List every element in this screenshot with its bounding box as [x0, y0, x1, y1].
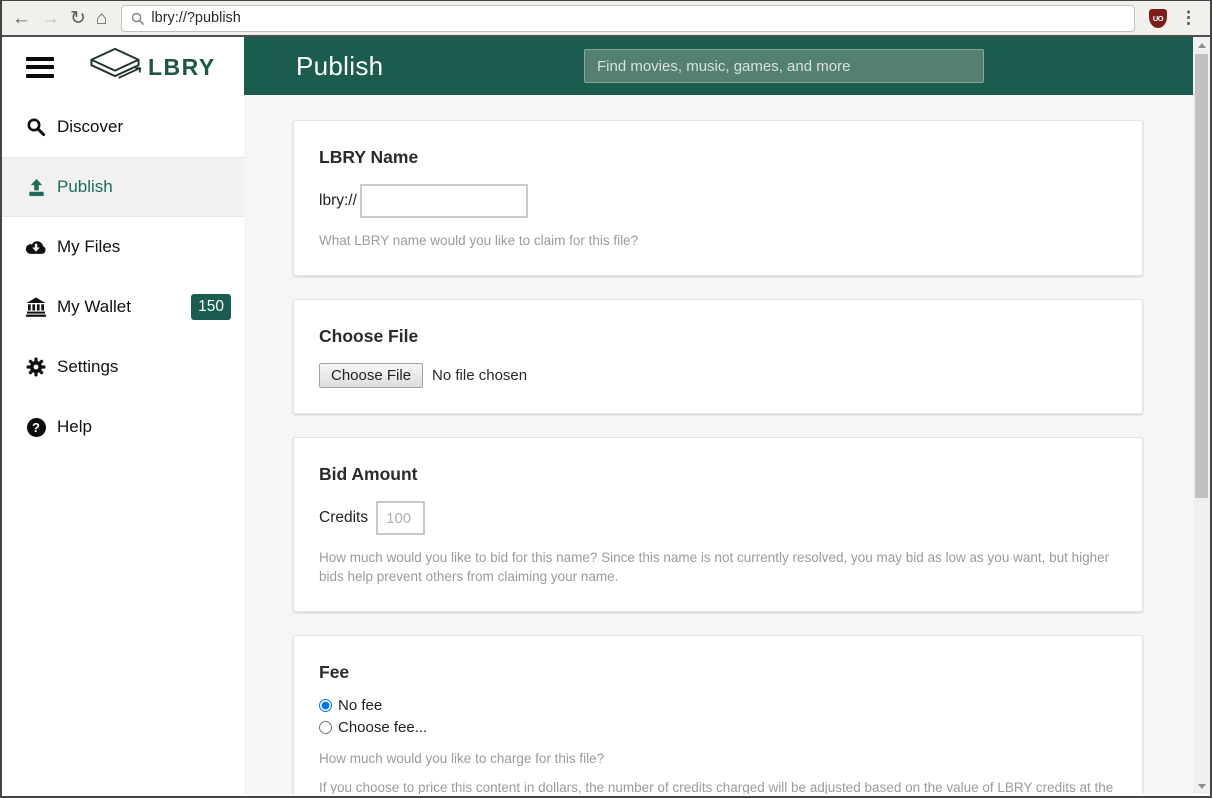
- fee-card: Fee No fee Choose fee... How much would …: [293, 635, 1143, 794]
- card-title: LBRY Name: [319, 147, 1117, 168]
- reload-button[interactable]: ↻: [70, 9, 86, 28]
- hamburger-menu-icon[interactable]: [26, 57, 54, 78]
- sidebar-item-label: Settings: [57, 357, 118, 377]
- choose-file-button[interactable]: Choose File: [319, 363, 423, 388]
- main-content: Publish LBRY Name lbry:// What LBRY name…: [244, 37, 1210, 794]
- cloud-download-icon: [25, 239, 47, 255]
- lbry-name-card: LBRY Name lbry:// What LBRY name would y…: [293, 120, 1143, 276]
- sidebar-item-my-wallet[interactable]: My Wallet 150: [2, 277, 244, 337]
- app-window: ← → ↻ ⌂ UO ⋮ LBRY: [0, 0, 1212, 798]
- lbry-logo-icon: [86, 46, 144, 88]
- sidebar-item-label: Discover: [57, 117, 123, 137]
- sidebar-item-label: Help: [57, 417, 92, 437]
- wallet-balance-badge: 150: [191, 294, 231, 320]
- sidebar-item-label: My Files: [57, 237, 120, 257]
- fee-option-label: No fee: [338, 697, 382, 714]
- lbry-uri-prefix: lbry://: [319, 192, 357, 210]
- choose-file-card: Choose File Choose File No file chosen: [293, 299, 1143, 414]
- address-bar[interactable]: [121, 5, 1135, 32]
- fee-help-text: How much would you like to charge for th…: [319, 749, 1117, 768]
- bank-icon: [25, 297, 47, 317]
- credits-label: Credits: [319, 509, 368, 527]
- content-search-input[interactable]: [584, 49, 984, 83]
- scroll-up-arrow[interactable]: [1193, 37, 1210, 53]
- forward-button[interactable]: →: [41, 9, 60, 28]
- vertical-scrollbar: [1193, 37, 1210, 794]
- sidebar-item-settings[interactable]: Settings: [2, 337, 244, 397]
- lbry-name-input[interactable]: [360, 184, 528, 218]
- fee-dollar-note-text: If you choose to price this content in d…: [319, 778, 1117, 794]
- sidebar-item-label: Publish: [57, 177, 113, 197]
- card-title: Choose File: [319, 326, 1117, 347]
- lbry-logo-text: LBRY: [148, 54, 216, 81]
- file-chosen-status: No file chosen: [432, 367, 527, 384]
- ublock-extension-icon[interactable]: UO: [1149, 9, 1167, 28]
- card-title: Bid Amount: [319, 464, 1117, 485]
- bid-amount-input[interactable]: [376, 501, 425, 535]
- gear-icon: [25, 357, 47, 377]
- sidebar-item-label: My Wallet: [57, 297, 131, 317]
- sidebar-item-publish[interactable]: Publish: [2, 157, 244, 217]
- browser-toolbar: ← → ↻ ⌂ UO ⋮: [2, 1, 1210, 37]
- no-fee-radio[interactable]: [319, 699, 332, 712]
- lbry-logo: LBRY: [86, 46, 216, 88]
- sidebar-item-my-files[interactable]: My Files: [2, 217, 244, 277]
- back-button[interactable]: ←: [12, 9, 31, 28]
- choose-fee-radio[interactable]: [319, 721, 332, 734]
- lbry-name-help-text: What LBRY name would you like to claim f…: [319, 231, 1117, 250]
- sidebar-item-help[interactable]: ? Help: [2, 397, 244, 457]
- fee-option-choose-fee[interactable]: Choose fee...: [319, 719, 1117, 736]
- bid-amount-card: Bid Amount Credits How much would you li…: [293, 437, 1143, 612]
- help-icon: ?: [25, 418, 47, 437]
- scroll-down-arrow[interactable]: [1193, 778, 1210, 794]
- browser-menu-icon[interactable]: ⋮: [1177, 8, 1200, 28]
- scrollbar-thumb[interactable]: [1195, 54, 1208, 498]
- page-title: Publish: [296, 51, 383, 82]
- home-button[interactable]: ⌂: [96, 9, 107, 28]
- page-header: Publish: [244, 37, 1210, 95]
- fee-option-no-fee[interactable]: No fee: [319, 697, 1117, 714]
- search-icon: [25, 117, 47, 137]
- sidebar-item-discover[interactable]: Discover: [2, 97, 244, 157]
- search-icon: [131, 12, 144, 25]
- card-title: Fee: [319, 662, 1117, 683]
- upload-icon: [25, 178, 47, 197]
- bid-help-text: How much would you like to bid for this …: [319, 548, 1117, 586]
- address-input[interactable]: [151, 10, 1125, 26]
- sidebar: LBRY Discover Publish My Files: [2, 37, 244, 794]
- fee-option-label: Choose fee...: [338, 719, 427, 736]
